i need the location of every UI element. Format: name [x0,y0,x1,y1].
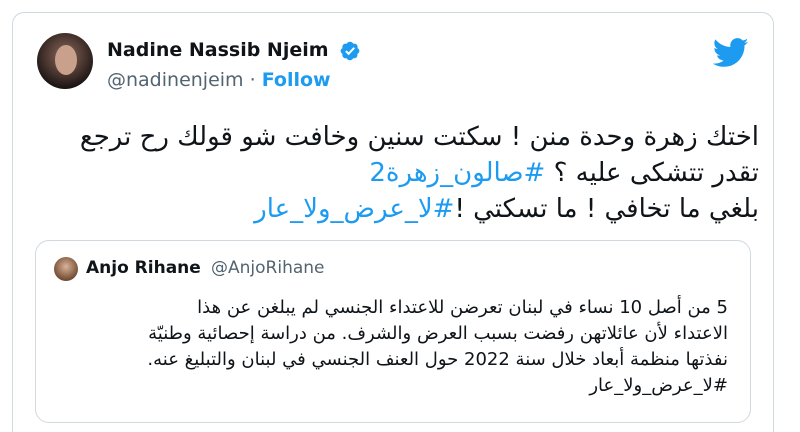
verified-badge-icon [340,41,360,61]
follow-button[interactable]: Follow [262,69,331,91]
tweet-card: Nadine Nassib Njeim @nadinenjeim · Follo… [12,12,774,432]
tweet-body: اختك زهرة وحدة منن ! سكتت سنين وخافت شو … [37,119,759,227]
quoted-line: 5 من أصل 10 نساء في لبنان تعرضن للاعتداء… [197,297,728,318]
author-handle[interactable]: @nadinenjeim [107,69,244,91]
tweet-line: تقدر تتشكى عليه ؟ #صالون_زهرة2 [37,155,759,191]
quoted-line: الاعتداء لأن عائلاتهن رفضت بسبب العرض وا… [148,323,728,344]
tweet-line-text: تقدر تتشكى عليه ؟ [545,158,759,188]
quoted-body: 5 من أصل 10 نساء في لبنان تعرضن للاعتداء… [56,295,728,399]
tweet-line: بلغي ما تخافي ! ما تسكتي !#لا_عرض_ولا_عا… [37,191,759,227]
quoted-author-handle[interactable]: @AnjoRihane [211,258,325,278]
hashtag-link[interactable]: #صالون_زهرة2 [369,158,545,188]
quoted-author-name[interactable]: Anjo Rihane [86,258,201,278]
avatar-face [55,45,77,75]
quoted-hashtag: #لا_عرض_ولا_عار [589,375,728,396]
author-handle-row: @nadinenjeim · Follow [107,69,331,91]
quoted-tweet[interactable]: Anjo Rihane @AnjoRihane 5 من أصل 10 نساء… [35,240,751,423]
quoted-line: نفذتها منظمة أبعاد خلال سنة 2022 حول الع… [147,349,728,370]
handle-separator: · [249,69,256,91]
author-name[interactable]: Nadine Nassib Njeim [107,39,329,61]
tweet-line-text: بلغي ما تخافي ! ما تسكتي ! [454,194,759,224]
tweet-line: اختك زهرة وحدة منن ! سكتت سنين وخافت شو … [79,122,759,152]
quoted-avatar[interactable] [54,257,78,281]
hashtag-link[interactable]: #لا_عرض_ولا_عار [254,194,454,224]
author-avatar[interactable] [37,33,93,89]
twitter-bird-icon[interactable] [713,38,749,68]
